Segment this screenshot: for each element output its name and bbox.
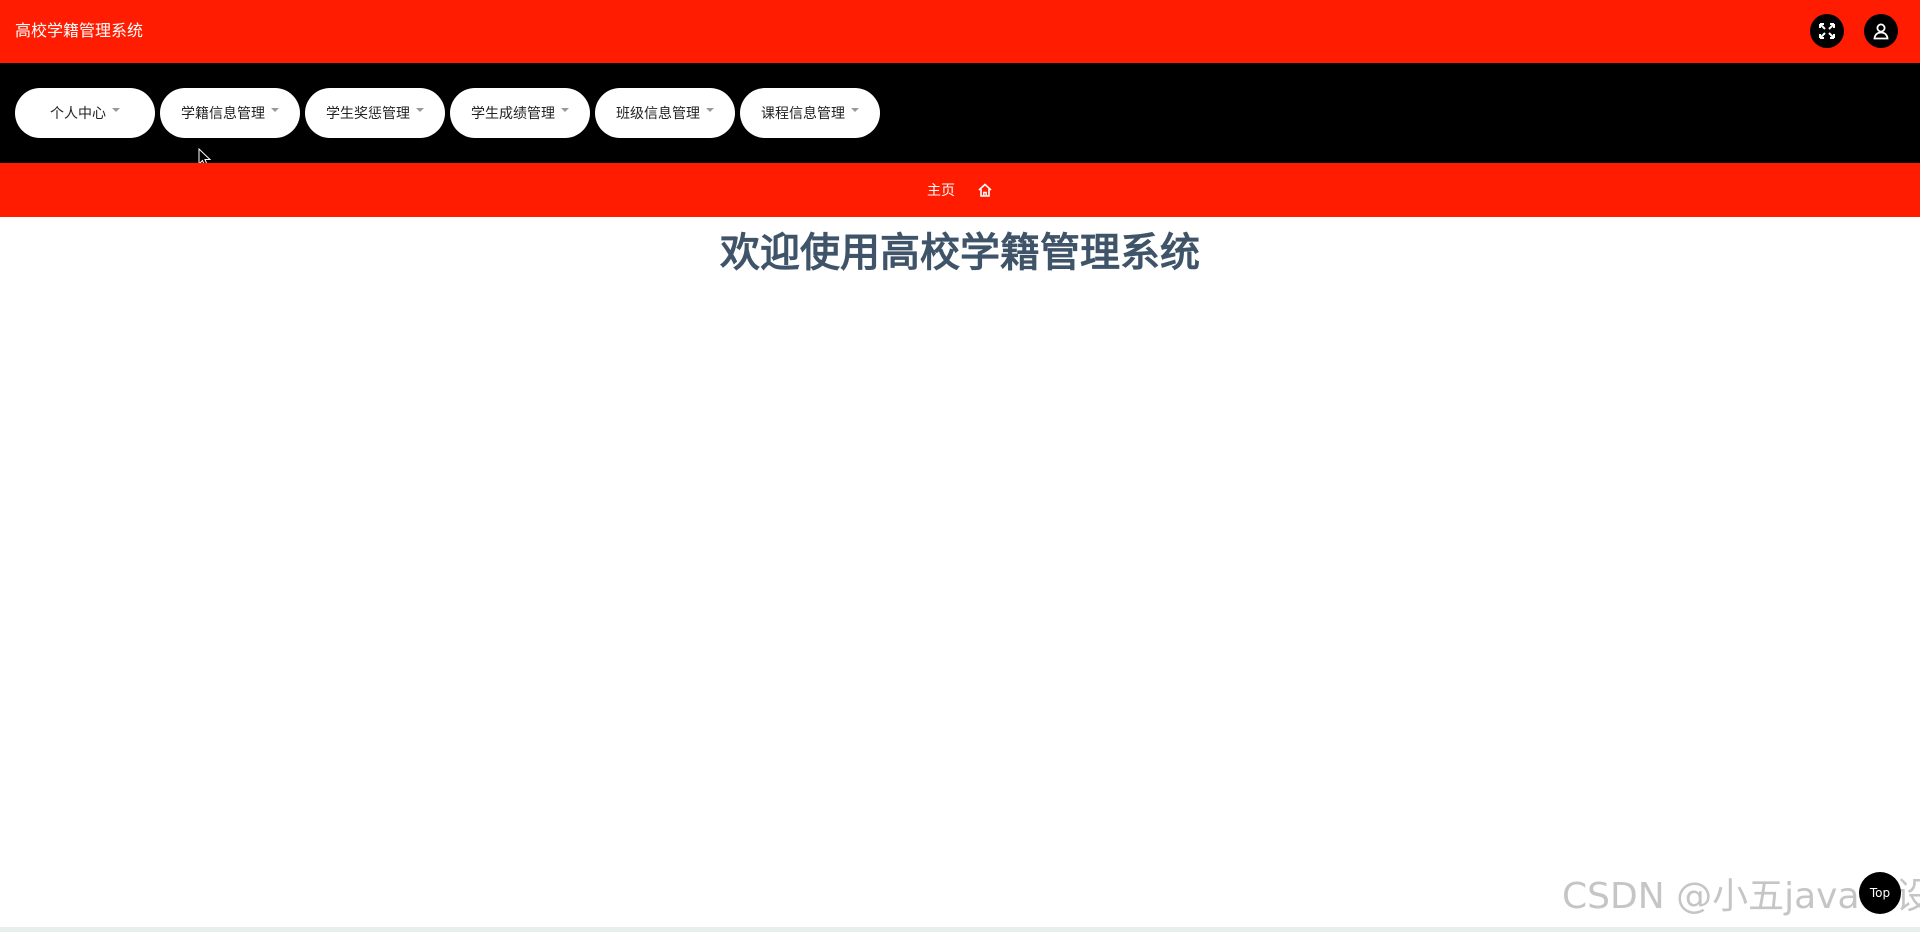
nav-item-label: 个人中心 (50, 106, 106, 122)
nav-item-label: 课程信息管理 (761, 106, 845, 122)
nav-item-class-info[interactable]: 班级信息管理 (595, 88, 735, 138)
home-icon[interactable] (977, 182, 993, 198)
nav-item-course-info[interactable]: 课程信息管理 (740, 88, 880, 138)
caret-down-icon (561, 108, 569, 112)
back-to-top-button[interactable]: Top (1859, 872, 1901, 914)
breadcrumb-home-link[interactable]: 主页 (927, 180, 955, 200)
nav-item-personal-center[interactable]: 个人中心 (15, 88, 155, 138)
nav-item-label: 学生奖惩管理 (326, 106, 410, 122)
nav-item-label: 学生成绩管理 (471, 106, 555, 122)
breadcrumb: 主页 (0, 163, 1920, 217)
caret-down-icon (416, 108, 424, 112)
main-nav: 个人中心 学籍信息管理 学生奖惩管理 学生成绩管理 班级信息管理 课程信息管理 (0, 63, 1920, 163)
fullscreen-icon (1819, 23, 1835, 39)
top-header: 高校学籍管理系统 (0, 0, 1920, 63)
caret-down-icon (271, 108, 279, 112)
welcome-heading: 欢迎使用高校学籍管理系统 (720, 230, 1200, 276)
fullscreen-button[interactable] (1810, 14, 1844, 48)
app-title: 高校学籍管理系统 (15, 21, 144, 40)
nav-item-label: 班级信息管理 (616, 106, 700, 122)
caret-down-icon (112, 108, 120, 112)
nav-item-grades[interactable]: 学生成绩管理 (450, 88, 590, 138)
nav-item-enrollment-info[interactable]: 学籍信息管理 (160, 88, 300, 138)
nav-item-rewards-punishments[interactable]: 学生奖惩管理 (305, 88, 445, 138)
user-button[interactable] (1864, 14, 1898, 48)
caret-down-icon (706, 108, 714, 112)
user-icon (1873, 23, 1889, 40)
bottom-divider (0, 927, 1920, 932)
caret-down-icon (851, 108, 859, 112)
nav-item-label: 学籍信息管理 (181, 106, 265, 122)
back-to-top-label: Top (1869, 886, 1891, 900)
